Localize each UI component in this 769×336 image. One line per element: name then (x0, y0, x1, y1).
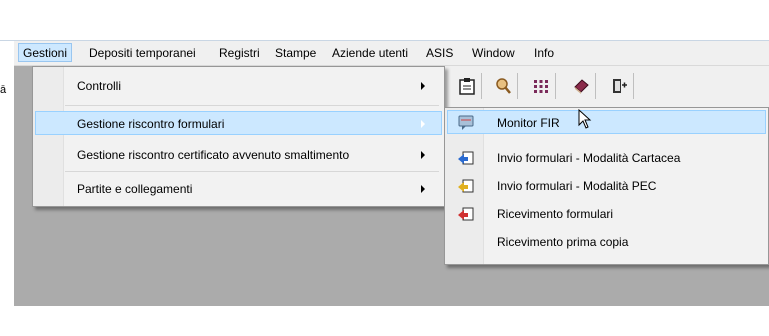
submenu-arrow-icon (421, 185, 425, 193)
toolbar-book-button[interactable] (566, 73, 596, 99)
submenu-item-invio-pec[interactable]: Invio formulari - Modalità PEC (447, 174, 766, 198)
menu-item-label: Partite e collegamenti (77, 182, 193, 196)
toolbar-exit-button[interactable] (604, 73, 634, 99)
menu-asis[interactable]: ASIS (426, 45, 453, 61)
menu-stampe[interactable]: Stampe (275, 45, 316, 61)
menu-registri[interactable]: Registri (219, 45, 260, 61)
submenu-item-label: Invio formulari - Modalità PEC (497, 179, 657, 193)
submenu-item-label: Ricevimento formulari (497, 207, 614, 221)
menu-separator (65, 105, 439, 106)
menu-gestioni[interactable]: Gestioni (18, 43, 73, 62)
left-edge-glyph: ā (0, 84, 7, 96)
magnifier-map-icon (496, 78, 511, 94)
submenu-item-monitor-fir[interactable]: Monitor FIR (447, 110, 766, 134)
book-icon (574, 79, 589, 94)
menu-info[interactable]: Info (534, 45, 554, 61)
menu-item-label: Gestione riscontro certificato avvenuto … (77, 148, 350, 162)
window-top-frame (0, 0, 769, 41)
menu-aziende-utenti[interactable]: Aziende utenti (332, 45, 408, 61)
menu-item-gestione-riscontro-certificato[interactable]: Gestione riscontro certificato avvenuto … (35, 143, 442, 167)
submenu-item-ricevimento-prima-copia[interactable]: Ricevimento prima copia (447, 230, 766, 254)
submenu-arrow-icon (421, 120, 425, 128)
monitor-chat-icon (458, 115, 474, 130)
menu-window[interactable]: Window (472, 45, 515, 61)
submenu-item-ricevimento-formulari[interactable]: Ricevimento formulari (447, 202, 766, 226)
menu-depositi-temporanei[interactable]: Depositi temporanei (89, 45, 196, 61)
grid-dots-icon (534, 80, 548, 93)
submenu-item-invio-cartacea[interactable]: Invio formulari - Modalità Cartacea (447, 146, 766, 170)
submenu-item-label: Invio formulari - Modalità Cartacea (497, 151, 681, 165)
clipboard-icon (459, 78, 475, 95)
menu-item-label: Gestione riscontro formulari (77, 117, 225, 131)
submenu-arrow-icon (421, 82, 425, 90)
menu-separator (65, 171, 439, 172)
send-pec-icon (458, 179, 474, 193)
mouse-pointer-icon (578, 109, 592, 129)
gestioni-dropdown-menu: Controlli Gestione riscontro formulari G… (32, 66, 445, 207)
send-paper-icon (458, 151, 474, 165)
submenu-item-label: Ricevimento prima copia (497, 235, 629, 249)
exit-door-icon (613, 79, 627, 93)
submenu-arrow-icon (421, 151, 425, 159)
menu-item-label: Controlli (77, 79, 122, 93)
menu-item-gestione-riscontro-formulari[interactable]: Gestione riscontro formulari (35, 111, 442, 135)
submenu-item-label: Monitor FIR (497, 116, 560, 130)
receive-icon (458, 207, 474, 221)
riscontro-formulari-submenu: Monitor FIR Invio formulari - Modalità C… (444, 107, 769, 265)
toolbar-search-button[interactable] (488, 73, 518, 99)
menu-item-partite-e-collegamenti[interactable]: Partite e collegamenti (35, 177, 442, 201)
window-bottom-frame (0, 306, 769, 336)
toolbar-clipboard-button[interactable] (452, 73, 482, 99)
menu-item-controlli[interactable]: Controlli (35, 74, 442, 98)
menu-bar: Gestioni Depositi temporanei Registri St… (14, 41, 769, 66)
toolbar-grid-button[interactable] (526, 73, 556, 99)
